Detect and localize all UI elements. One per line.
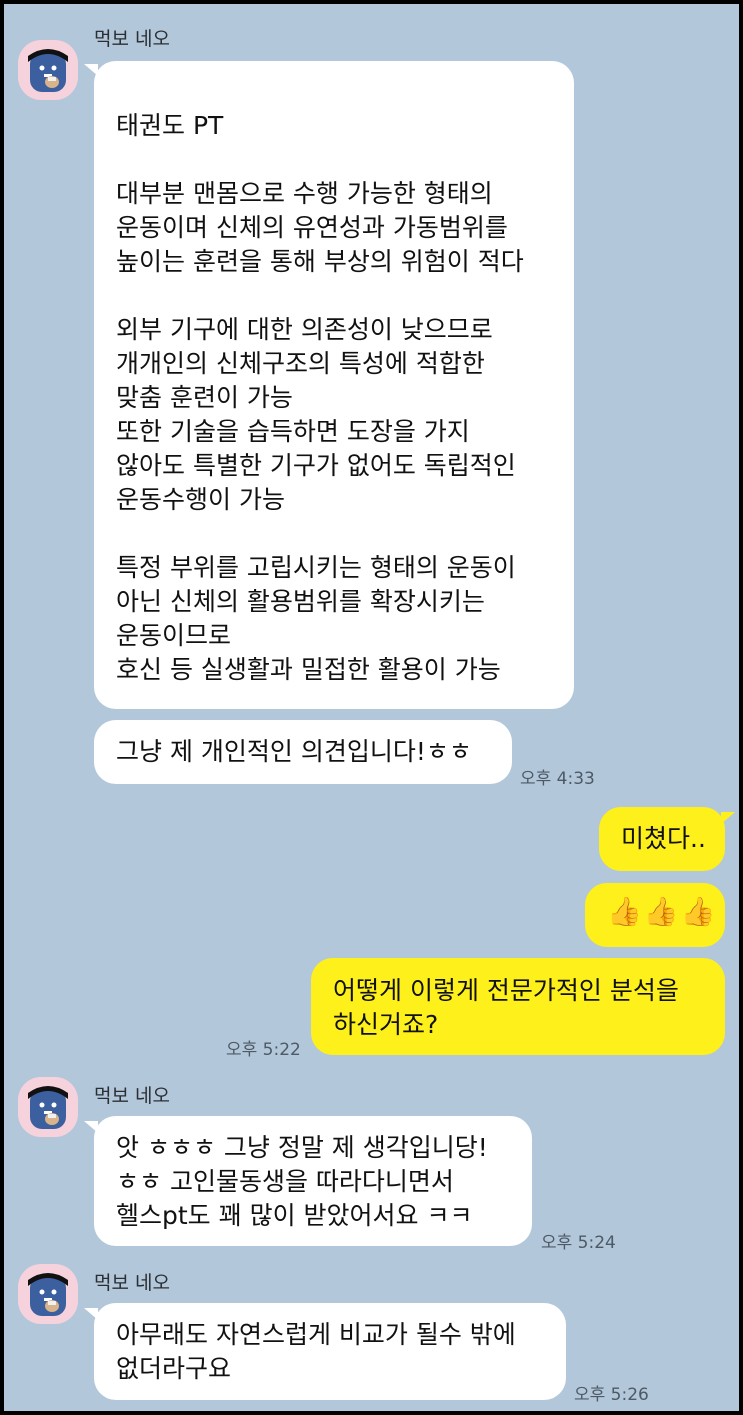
- message-line: 운동수행이 가능: [116, 485, 285, 514]
- message-line: 또한 기술을 습득하면 도장을 가지: [116, 417, 470, 446]
- thumbs-up-icon: 👍👍👍: [607, 895, 718, 928]
- message-text: 미쳤다..: [621, 824, 706, 853]
- message-line: 특정 부위를 고립시키는 형태의 운동이: [116, 553, 516, 582]
- message-line: 대부분 맨몸으로 수행 가능한 형태의: [116, 179, 493, 208]
- message-line: ㅎㅎ 고인물동생을 따라다니면서: [116, 1167, 454, 1196]
- message-bubble-5[interactable]: 어떻게 이렇게 전문가적인 분석을 하신거죠?: [311, 958, 725, 1055]
- profile-avatar[interactable]: [18, 1264, 78, 1324]
- profile-avatar[interactable]: [18, 40, 78, 100]
- chat-area[interactable]: 먹보 네오 태권도 PT 대부분 맨몸으로 수행 가능한 형태의 운동이며 신체…: [4, 4, 739, 1411]
- message-time: 오후 5:22: [226, 1040, 301, 1060]
- message-time: 오후 5:26: [574, 1385, 649, 1405]
- neo-character-icon: [28, 49, 68, 92]
- message-line: 태권도 PT: [116, 111, 224, 140]
- message-line: 호신 등 실생활과 밀접한 활용이 가능: [116, 655, 501, 684]
- message-bubble-2[interactable]: 그냥 제 개인적인 의견입니다!ㅎㅎ: [94, 720, 512, 784]
- profile-avatar[interactable]: [18, 1077, 78, 1137]
- message-line: 아무래도 자연스럽게 비교가 될수 밖에: [116, 1320, 516, 1349]
- message-line: 높이는 훈련을 통해 부상의 위험이 적다: [116, 247, 524, 276]
- message-bubble-6[interactable]: 앗 ㅎㅎㅎ 그냥 정말 제 생각입니당! ㅎㅎ 고인물동생을 따라다니면서 헬스…: [94, 1116, 532, 1246]
- message-time: 오후 5:24: [541, 1233, 616, 1253]
- message-line: 앗 ㅎㅎㅎ 그냥 정말 제 생각입니당!: [116, 1133, 488, 1162]
- message-line: 어떻게 이렇게 전문가적인 분석을: [333, 976, 679, 1005]
- message-bubble-4[interactable]: 👍👍👍: [585, 883, 725, 947]
- message-line: 운동이며 신체의 유연성과 가동범위를: [116, 213, 508, 242]
- neo-character-icon: [28, 1086, 68, 1129]
- message-line: 하신거죠?: [333, 1010, 439, 1039]
- message-line: 외부 기구에 대한 의존성이 낮으므로: [116, 315, 493, 344]
- sender-name: 먹보 네오: [94, 28, 170, 50]
- message-time: 오후 4:33: [520, 769, 595, 789]
- sender-name: 먹보 네오: [94, 1085, 170, 1107]
- message-bubble-7[interactable]: 아무래도 자연스럽게 비교가 될수 밖에 없더라구요: [94, 1303, 566, 1400]
- message-line: 않아도 특별한 기구가 없어도 독립적인: [116, 451, 516, 480]
- neo-character-icon: [28, 1273, 68, 1316]
- message-line: 헬스pt도 꽤 많이 받았어서요 ㅋㅋ: [116, 1201, 473, 1230]
- message-line: 개개인의 신체구조의 특성에 적합한: [116, 349, 485, 378]
- message-line: 없더라구요: [116, 1354, 232, 1383]
- message-line: 아닌 신체의 활용범위를 확장시키는: [116, 587, 485, 616]
- message-bubble-3[interactable]: 미쳤다..: [599, 807, 725, 871]
- message-bubble-1[interactable]: 태권도 PT 대부분 맨몸으로 수행 가능한 형태의 운동이며 신체의 유연성과…: [94, 61, 574, 709]
- sender-name: 먹보 네오: [94, 1272, 170, 1294]
- message-line: 맞춤 훈련이 가능: [116, 383, 293, 412]
- message-text: 그냥 제 개인적인 의견입니다!ㅎㅎ: [116, 737, 472, 766]
- message-line: 운동이므로: [116, 621, 232, 650]
